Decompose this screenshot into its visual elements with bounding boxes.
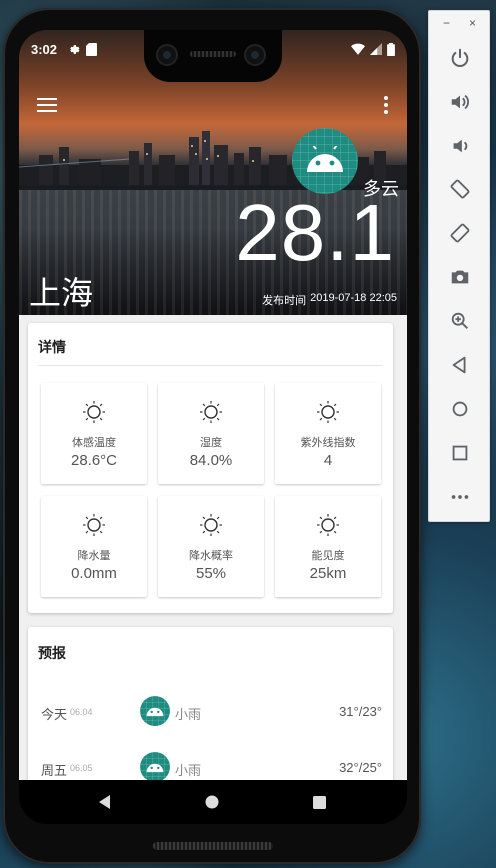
back-icon[interactable]: [448, 353, 472, 377]
sun-icon: [316, 513, 340, 537]
detail-tile: 体感温度 28.6°C: [41, 383, 147, 484]
forecast-android-icon: [140, 696, 170, 726]
sd-card-icon: [86, 42, 98, 56]
detail-tile-value: 55%: [195, 565, 227, 582]
rotate-right-icon[interactable]: [448, 221, 472, 245]
detail-tile-value: 4: [323, 452, 333, 469]
detail-tile: 紫外线指数 4: [275, 383, 381, 484]
forecast-condition: 小雨: [175, 764, 202, 779]
status-time: 3:02: [31, 41, 58, 57]
city-name: 上海: [29, 274, 94, 312]
emulator-title-bar: − ×: [429, 11, 491, 37]
earpiece-speaker: [190, 51, 236, 57]
detail-tile-value: 84.0%: [189, 452, 233, 469]
sun-icon: [199, 400, 223, 424]
camera-notch: [144, 30, 282, 82]
forecast-android-icon: [140, 752, 170, 780]
detail-tile: 降水概率 55%: [158, 496, 264, 597]
detail-tile-label: 紫外线指数: [300, 436, 356, 449]
forecast-day: 周五: [41, 764, 68, 779]
weather-condition-android-icon: [292, 128, 358, 194]
nav-overview-icon[interactable]: [309, 792, 329, 812]
forecast-date: 06.05: [70, 763, 93, 773]
forecast-date: 06.04: [70, 707, 93, 717]
details-card-title: 详情: [38, 340, 66, 356]
publish-time-value: 2019-07-18 22:05: [310, 292, 397, 304]
emulator-close-button[interactable]: ×: [469, 16, 476, 30]
detail-tile-label: 湿度: [200, 436, 222, 449]
emulator-minimize-button[interactable]: −: [443, 16, 450, 30]
hamburger-menu-icon[interactable]: [37, 98, 57, 114]
details-card: 详情 体感温度 28.6°C 湿度 84.0% 紫外线指数 4 降水量 0.0mm 降水概率 55…: [28, 323, 393, 613]
detail-tile: 降水量 0.0mm: [41, 496, 147, 597]
forecast-card-title: 预报: [38, 646, 66, 662]
publish-time: 发布时间 2019-07-18 22:05: [262, 292, 397, 308]
sun-icon: [199, 513, 223, 537]
overview-icon[interactable]: [448, 441, 472, 465]
nav-home-icon[interactable]: [202, 792, 222, 812]
emulator-control-panel: − ×: [428, 10, 490, 522]
front-camera-right: [244, 44, 266, 66]
sun-icon: [82, 400, 106, 424]
forecast-temp-range: 31°/23°: [339, 704, 382, 719]
forecast-condition: 小雨: [175, 708, 202, 723]
forecast-day: 今天: [41, 708, 68, 723]
wifi-icon: [351, 43, 365, 55]
sun-icon: [316, 400, 340, 424]
battery-icon: [387, 42, 395, 56]
detail-tile-label: 能见度: [311, 549, 345, 562]
current-temperature: 28.1: [235, 188, 395, 277]
camera-icon[interactable]: [448, 265, 472, 289]
nav-back-icon[interactable]: [95, 792, 115, 812]
detail-tile: 能见度 25km: [275, 496, 381, 597]
forecast-row[interactable]: 今天 06.04 小雨 31°/23°: [38, 695, 382, 729]
detail-tile: 湿度 84.0%: [158, 383, 264, 484]
power-icon[interactable]: [448, 46, 472, 70]
forecast-row[interactable]: 周五 06.05 小雨 32°/25°: [38, 751, 382, 780]
rotate-left-icon[interactable]: [448, 177, 472, 201]
sun-icon: [82, 513, 106, 537]
overflow-menu-icon[interactable]: [381, 96, 391, 116]
detail-tile-value: 0.0mm: [71, 565, 117, 582]
more-icon[interactable]: [448, 485, 472, 509]
volume-up-icon[interactable]: [448, 90, 472, 114]
front-camera-left: [156, 44, 178, 66]
signal-icon: [370, 43, 382, 55]
publish-time-label: 发布时间: [262, 295, 307, 307]
detail-tile-label: 降水量: [77, 549, 111, 562]
toolbar: [19, 92, 407, 122]
details-card-divider: [38, 365, 383, 366]
forecast-temp-range: 32°/25°: [339, 760, 382, 775]
detail-tile-value: 28.6°C: [70, 452, 118, 469]
phone-frame: 3:02 多云 28.1 上海 发布时间 2019-07-18 22:05 详情…: [3, 8, 421, 864]
detail-tile-label: 体感温度: [72, 436, 116, 449]
system-navigation-bar: [19, 780, 407, 824]
volume-down-icon[interactable]: [448, 134, 472, 158]
settings-gear-icon: [70, 44, 80, 54]
zoom-icon[interactable]: [448, 309, 472, 333]
phone-screen: 3:02 多云 28.1 上海 发布时间 2019-07-18 22:05 详情…: [19, 30, 407, 824]
detail-tile-value: 25km: [309, 565, 347, 582]
android-robot-icon: [307, 146, 343, 172]
bottom-speaker-grille: [153, 842, 273, 850]
forecast-card: 预报 今天 06.04 小雨 31°/23° 周五 06.05 小雨 32°/25°: [28, 627, 393, 780]
content-scroll-area[interactable]: 详情 体感温度 28.6°C 湿度 84.0% 紫外线指数 4 降水量 0.0mm 降水概率 55…: [19, 315, 407, 780]
detail-tile-label: 降水概率: [189, 549, 233, 562]
home-icon[interactable]: [448, 397, 472, 421]
